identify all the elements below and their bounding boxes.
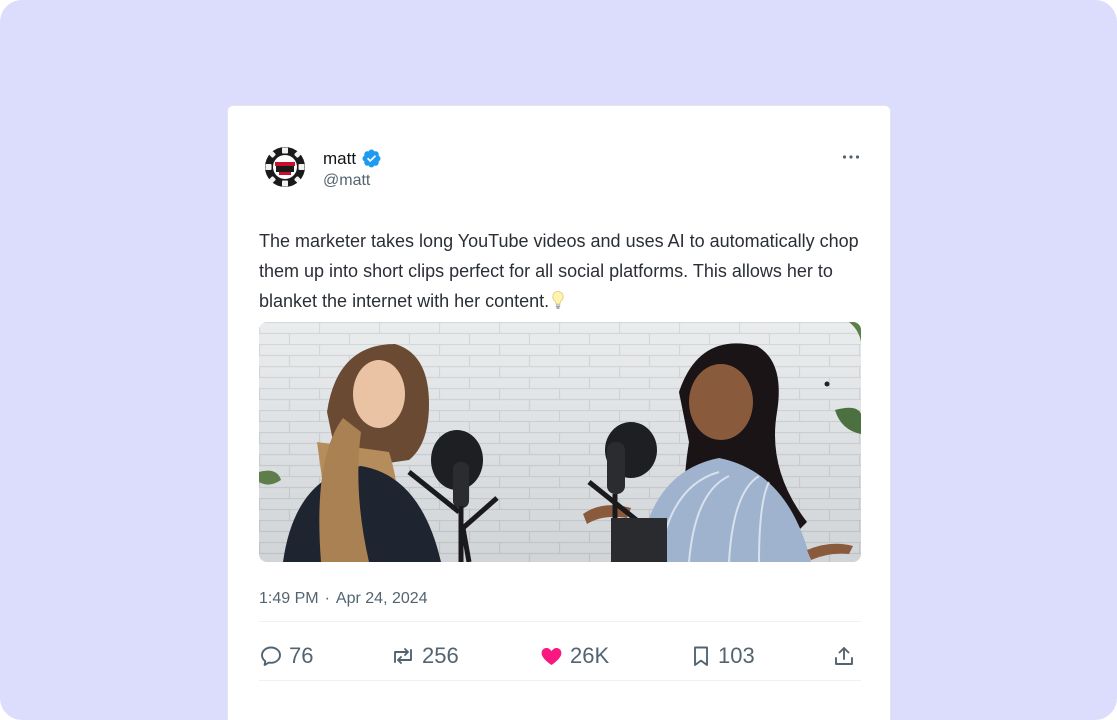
timestamp-separator: · bbox=[324, 590, 330, 607]
tweet-timestamp[interactable]: 1:49 PM · Apr 24, 2024 bbox=[259, 590, 428, 608]
page-background: matt @matt The marketer takes long YouTu… bbox=[0, 0, 1117, 720]
tweet-date: Apr 24, 2024 bbox=[335, 590, 428, 607]
tweet-card: matt @matt The marketer takes long YouTu… bbox=[227, 105, 891, 720]
tweet-time: 1:49 PM bbox=[259, 590, 319, 607]
more-dots-icon bbox=[842, 155, 860, 159]
share-button[interactable] bbox=[833, 638, 855, 674]
tweet-text-block: The marketer takes long YouTube videos a… bbox=[259, 226, 859, 316]
avatar[interactable] bbox=[263, 145, 307, 189]
divider-bottom bbox=[259, 680, 861, 681]
reply-button[interactable]: 76 bbox=[259, 638, 313, 674]
author-name-row[interactable]: matt bbox=[323, 148, 382, 169]
retweet-count: 256 bbox=[422, 643, 459, 668]
retweet-icon bbox=[394, 648, 412, 664]
reply-icon bbox=[261, 646, 281, 666]
like-count: 26K bbox=[570, 643, 610, 668]
author-handle[interactable]: @matt bbox=[323, 172, 370, 190]
author-name[interactable]: matt bbox=[323, 149, 356, 169]
verified-badge-icon bbox=[361, 148, 382, 169]
share-icon bbox=[835, 647, 853, 665]
bookmark-count: 103 bbox=[718, 643, 755, 668]
bookmark-icon bbox=[694, 646, 708, 666]
retweet-button[interactable]: 256 bbox=[390, 638, 459, 674]
divider-top bbox=[259, 621, 861, 622]
tweet-actions-bar: 76 256 26K 103 bbox=[259, 638, 861, 674]
podcast-photo bbox=[259, 322, 861, 562]
tweet-photo[interactable] bbox=[259, 322, 861, 562]
reply-count: 76 bbox=[289, 643, 314, 668]
like-button[interactable]: 26K bbox=[539, 638, 609, 674]
lightbulb-icon bbox=[551, 289, 565, 309]
poker-chip-icon bbox=[263, 145, 307, 189]
more-options-button[interactable] bbox=[840, 148, 862, 166]
heart-filled-icon bbox=[541, 648, 562, 665]
bookmark-button[interactable]: 103 bbox=[690, 638, 755, 674]
